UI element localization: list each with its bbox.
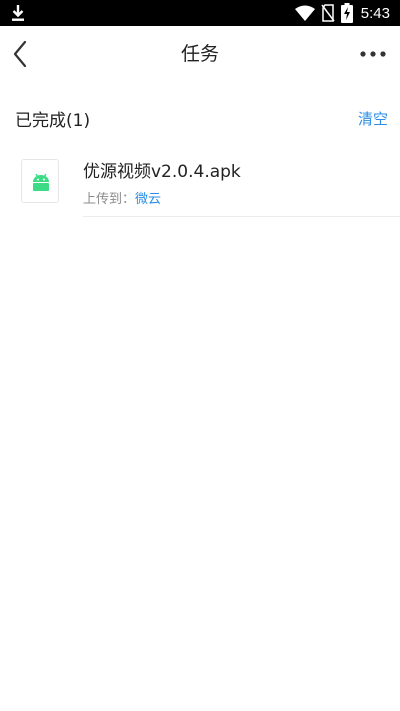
chevron-left-icon: [13, 40, 27, 68]
header-bar: 任务: [0, 26, 400, 82]
status-icons: 5:43: [294, 0, 390, 26]
no-sim-icon: [321, 4, 335, 22]
completed-section-header: 已完成(1) 清空: [0, 100, 400, 136]
battery-charging-icon: [340, 3, 353, 23]
android-icon: [33, 173, 49, 191]
divider: [83, 216, 400, 217]
section-title: 已完成(1): [15, 111, 91, 131]
file-name: 优源视频v2.0.4.apk: [83, 162, 241, 182]
clear-button[interactable]: 清空: [358, 108, 388, 129]
status-bar: 5:43: [0, 0, 400, 26]
download-icon: [12, 5, 24, 21]
back-button[interactable]: [8, 38, 36, 70]
list-item[interactable]: 优源视频v2.0.4.apk 上传到：微云: [0, 145, 400, 217]
upload-destination-link[interactable]: 微云: [135, 192, 161, 207]
file-thumbnail: [21, 159, 59, 203]
upload-label: 上传到：: [83, 192, 136, 207]
status-time: 5:43: [360, 4, 390, 22]
wifi-icon: [294, 5, 315, 21]
upload-info: 上传到：微云: [83, 188, 161, 207]
more-options-button[interactable]: [360, 42, 386, 66]
more-horizontal-icon: [360, 51, 386, 57]
page-title: 任务: [180, 43, 219, 65]
